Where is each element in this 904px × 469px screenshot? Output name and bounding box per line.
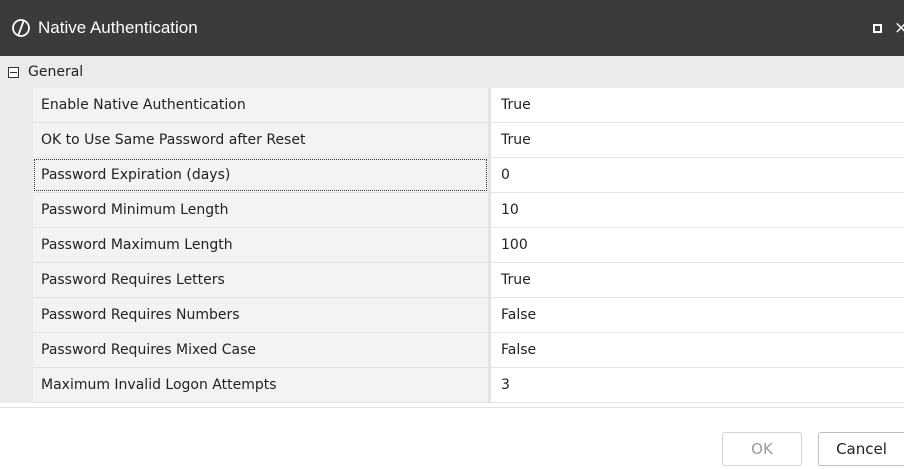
window-title: Native Authentication bbox=[38, 18, 198, 37]
ok-button[interactable]: OK bbox=[722, 432, 802, 466]
property-name[interactable]: Password Minimum Length bbox=[33, 193, 488, 227]
property-value[interactable]: 0 bbox=[491, 158, 904, 192]
property-name[interactable]: Password Requires Mixed Case bbox=[33, 333, 488, 367]
property-row[interactable]: Password Requires Numbers False bbox=[0, 298, 904, 333]
property-row[interactable]: Enable Native Authentication True bbox=[0, 88, 904, 123]
row-gutter bbox=[0, 368, 33, 403]
property-value[interactable]: True bbox=[491, 263, 904, 297]
property-row[interactable]: Password Requires Mixed Case False bbox=[0, 333, 904, 368]
row-gutter bbox=[0, 333, 33, 368]
property-value[interactable]: False bbox=[491, 333, 904, 367]
property-name[interactable]: OK to Use Same Password after Reset bbox=[33, 123, 488, 157]
property-row[interactable]: Password Minimum Length 10 bbox=[0, 193, 904, 228]
property-name[interactable]: Password Requires Numbers bbox=[33, 298, 488, 332]
footer-divider bbox=[0, 407, 904, 408]
property-name[interactable]: Password Requires Letters bbox=[33, 263, 488, 297]
property-row[interactable]: Maximum Invalid Logon Attempts 3 bbox=[0, 368, 904, 403]
row-divider bbox=[33, 402, 904, 403]
property-value[interactable]: 100 bbox=[491, 228, 904, 262]
property-value[interactable]: 10 bbox=[491, 193, 904, 227]
collapse-minus-icon[interactable] bbox=[8, 66, 19, 78]
row-gutter bbox=[0, 88, 33, 123]
property-value[interactable]: True bbox=[491, 88, 904, 122]
property-row[interactable]: Password Requires Letters True bbox=[0, 263, 904, 298]
slashed-circle-logo-icon bbox=[11, 18, 31, 38]
row-gutter bbox=[0, 123, 33, 158]
row-gutter bbox=[0, 298, 33, 333]
close-icon[interactable]: × bbox=[894, 18, 904, 38]
title-bar: Native Authentication × bbox=[0, 0, 904, 56]
row-gutter bbox=[0, 263, 33, 298]
property-name[interactable]: Maximum Invalid Logon Attempts bbox=[33, 368, 488, 402]
property-value[interactable]: True bbox=[491, 123, 904, 157]
property-row[interactable]: Password Maximum Length 100 bbox=[0, 228, 904, 263]
property-row[interactable]: OK to Use Same Password after Reset True bbox=[0, 123, 904, 158]
property-grid: Enable Native Authentication True OK to … bbox=[0, 88, 904, 403]
property-row-focused[interactable]: Password Expiration (days) 0 bbox=[0, 158, 904, 193]
row-gutter bbox=[0, 158, 33, 193]
row-gutter bbox=[0, 228, 33, 263]
property-name[interactable]: Enable Native Authentication bbox=[33, 88, 488, 122]
cancel-button[interactable]: Cancel bbox=[818, 432, 904, 466]
property-name[interactable]: Password Expiration (days) bbox=[33, 158, 488, 192]
property-value[interactable]: 3 bbox=[491, 368, 904, 402]
group-label: General bbox=[28, 64, 84, 80]
group-header-general[interactable]: General bbox=[0, 56, 904, 88]
row-gutter bbox=[0, 193, 33, 228]
property-name[interactable]: Password Maximum Length bbox=[33, 228, 488, 262]
property-value[interactable]: False bbox=[491, 298, 904, 332]
maximize-icon[interactable] bbox=[870, 21, 884, 35]
